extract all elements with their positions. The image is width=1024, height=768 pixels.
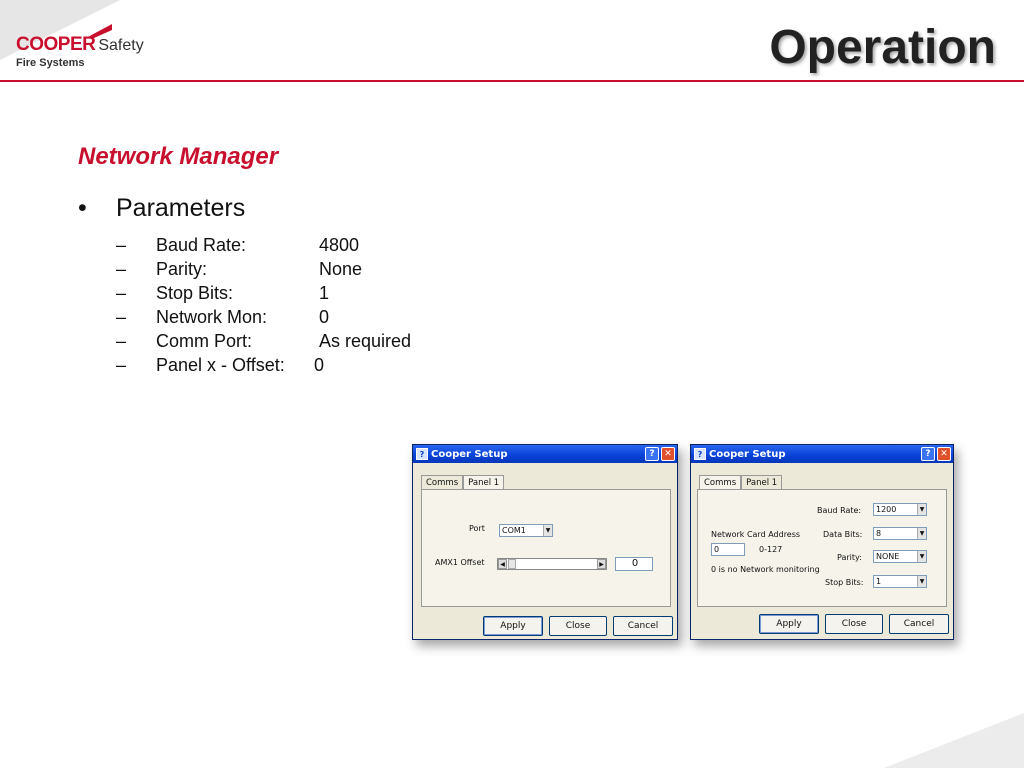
data-bits-label: Data Bits: <box>823 530 863 539</box>
cooper-logo: COOPER Safety Fire Systems <box>16 24 144 69</box>
tab-comms[interactable]: Comms <box>699 475 742 490</box>
close-button[interactable]: Close <box>825 614 883 634</box>
parameter-label: Parity: <box>156 259 208 279</box>
parameter-label: Stop Bits: <box>156 283 234 303</box>
network-note: 0 is no Network monitoring <box>711 565 820 574</box>
bullet-text: Parameters <box>116 194 246 222</box>
dash-icon: – <box>116 259 127 279</box>
dialog-title: Cooper Setup <box>709 448 786 460</box>
chevron-down-icon[interactable]: ▼ <box>917 576 926 587</box>
slide-title: Operation <box>769 21 996 74</box>
stop-bits-select[interactable]: 1 ▼ <box>873 575 927 588</box>
chevron-down-icon[interactable]: ▼ <box>543 525 552 536</box>
parity-select[interactable]: NONE ▼ <box>873 550 927 563</box>
header-divider <box>0 80 1024 82</box>
logo-subtitle: Fire Systems <box>16 57 85 69</box>
parameter-label: Baud Rate: <box>156 235 247 255</box>
parameter-value: As required <box>319 331 412 351</box>
tab-comms[interactable]: Comms <box>421 475 464 490</box>
parameter-label: Panel x - Offset: <box>156 355 285 375</box>
dialog-tabs: Comms Panel 1 <box>699 475 783 490</box>
port-value: COM1 <box>502 526 526 535</box>
corner-decoration-bottom-right <box>884 713 1024 768</box>
port-label: Port <box>469 524 485 533</box>
dialog-title: Cooper Setup <box>431 448 508 460</box>
dash-icon: – <box>116 355 127 375</box>
dash-icon: – <box>116 235 127 255</box>
dialog-titlebar[interactable]: ? Cooper Setup ? ✕ <box>413 445 677 463</box>
tab-panel-1[interactable]: Panel 1 <box>463 475 505 490</box>
dash-icon: – <box>116 283 127 303</box>
parameter-value: 0 <box>314 355 325 375</box>
parameter-label: Network Mon: <box>156 307 268 327</box>
cancel-button[interactable]: Cancel <box>889 614 949 634</box>
cancel-button[interactable]: Cancel <box>613 616 673 636</box>
logo-flag-icon <box>86 24 112 38</box>
data-bits-select[interactable]: 8 ▼ <box>873 527 927 540</box>
network-address-range: 0-127 <box>759 545 783 554</box>
close-button[interactable]: Close <box>549 616 607 636</box>
chevron-down-icon[interactable]: ▼ <box>917 528 926 539</box>
tab-panel-content <box>421 489 671 607</box>
network-card-address-label: Network Card Address <box>711 530 801 539</box>
close-icon[interactable]: ✕ <box>661 447 675 461</box>
dash-icon: – <box>116 307 127 327</box>
chevron-down-icon[interactable]: ▼ <box>917 504 926 515</box>
stop-bits-label: Stop Bits: <box>825 578 864 587</box>
data-bits-value: 8 <box>876 529 882 538</box>
help-button[interactable]: ? <box>921 447 935 461</box>
offset-input[interactable]: 0 <box>615 557 653 571</box>
app-icon: ? <box>416 448 428 460</box>
chevron-left-icon[interactable]: ◀ <box>498 559 507 569</box>
parameter-value: 4800 <box>319 235 360 255</box>
close-icon[interactable]: ✕ <box>937 447 951 461</box>
port-select[interactable]: COM1 ▼ <box>499 524 553 537</box>
logo-brand: COOPER <box>16 34 96 55</box>
cooper-setup-dialog-panel: ? Cooper Setup ? ✕ Comms Panel 1 Port CO… <box>412 444 678 640</box>
apply-button[interactable]: Apply <box>483 616 543 636</box>
stop-bits-value: 1 <box>876 577 882 586</box>
network-card-address-input[interactable]: 0 <box>711 543 745 556</box>
parameter-label: Comm Port: <box>156 331 253 351</box>
parity-value: NONE <box>876 552 900 561</box>
section-title: Network Manager <box>78 143 279 170</box>
slider-thumb[interactable] <box>508 559 516 569</box>
dialog-titlebar[interactable]: ? Cooper Setup ? ✕ <box>691 445 953 463</box>
bullet-dot-icon: • <box>78 194 87 222</box>
chevron-down-icon[interactable]: ▼ <box>917 551 926 562</box>
baud-rate-value: 1200 <box>876 505 897 514</box>
parameter-value: 0 <box>319 307 330 327</box>
apply-button[interactable]: Apply <box>759 614 819 634</box>
logo-brand-suffix: Safety <box>98 37 144 54</box>
baud-rate-label: Baud Rate: <box>817 506 862 515</box>
tab-panel-1[interactable]: Panel 1 <box>741 475 783 490</box>
parity-label: Parity: <box>837 553 862 562</box>
cooper-setup-dialog-comms: ? Cooper Setup ? ✕ Comms Panel 1 Baud Ra… <box>690 444 954 640</box>
help-button[interactable]: ? <box>645 447 659 461</box>
baud-rate-select[interactable]: 1200 ▼ <box>873 503 927 516</box>
parameter-value: 1 <box>319 283 330 303</box>
parameter-value: None <box>319 259 363 279</box>
offset-label: AMX1 Offset <box>435 558 485 567</box>
offset-slider[interactable]: ◀ ▶ <box>497 558 607 570</box>
dash-icon: – <box>116 331 127 351</box>
app-icon: ? <box>694 448 706 460</box>
chevron-right-icon[interactable]: ▶ <box>597 559 606 569</box>
dialog-tabs: Comms Panel 1 <box>421 475 505 490</box>
bullet-item: • Parameters <box>78 194 245 223</box>
